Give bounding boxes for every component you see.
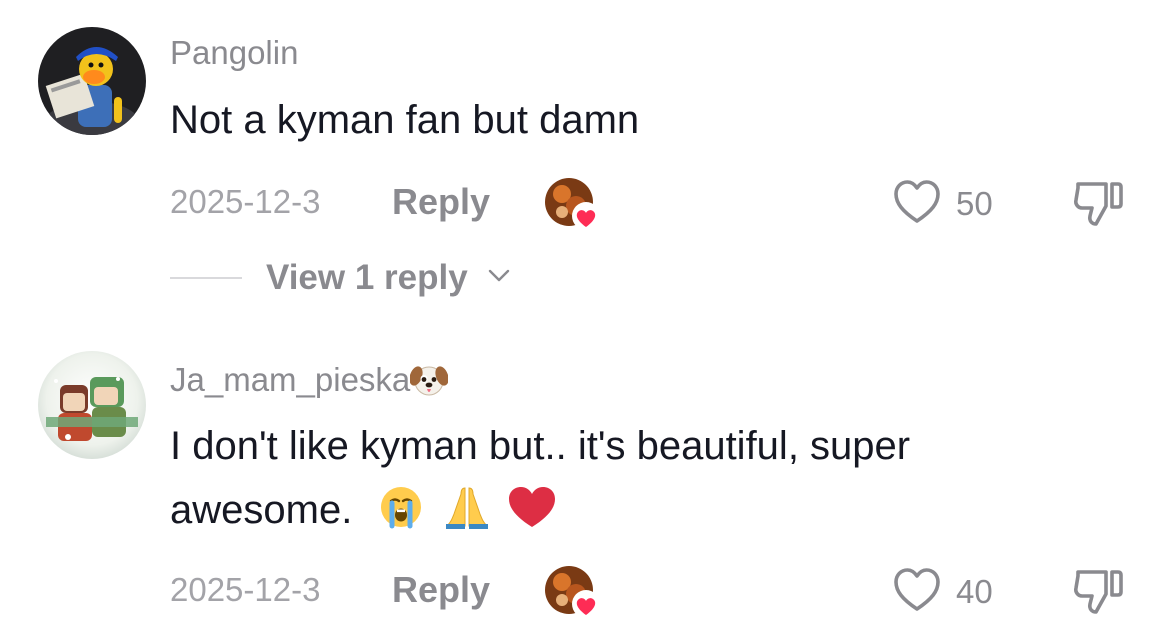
like-button[interactable]: 40 <box>892 566 1042 616</box>
avatar-image <box>38 27 146 135</box>
comment-item: Ja_mam_pieska I don't like kyman but.. i… <box>0 346 1170 626</box>
red-heart-emoji <box>508 487 555 527</box>
thumbs-down-outline-icon <box>1074 570 1123 614</box>
comment-meta-row: 2025-12-3 Reply 50 <box>170 172 1170 232</box>
avatar[interactable] <box>38 27 146 135</box>
replies-divider <box>170 277 242 279</box>
comment-text-line-2: awesome. <box>170 478 1110 542</box>
username[interactable]: Ja_mam_pieska <box>170 361 449 399</box>
heart-outline-icon <box>894 180 940 223</box>
avatar[interactable] <box>38 351 146 459</box>
view-replies-label: View 1 reply <box>266 258 468 297</box>
dislike-button[interactable] <box>1072 178 1126 228</box>
folded-hands-emoji <box>445 487 488 529</box>
comment-text-line-2-text: awesome. <box>170 488 353 532</box>
dog-face-emoji <box>410 366 449 396</box>
reply-button[interactable]: Reply <box>392 181 490 223</box>
like-button[interactable]: 50 <box>892 178 1042 228</box>
comment-date: 2025-12-3 <box>170 571 321 608</box>
comment-date: 2025-12-3 <box>170 183 321 220</box>
chevron-down-icon <box>488 269 510 282</box>
reply-button[interactable]: Reply <box>392 569 490 611</box>
comment-meta-row: 2025-12-3 Reply 40 <box>170 560 1170 620</box>
thumbs-down-outline-icon <box>1074 182 1123 226</box>
avatar-image <box>38 351 146 459</box>
dislike-button[interactable] <box>1072 566 1126 616</box>
loudly-crying-face-emoji <box>381 487 422 529</box>
heart-outline-icon <box>894 568 940 611</box>
creator-liked-badge <box>542 564 602 620</box>
username-text: Ja_mam_pieska <box>170 361 411 398</box>
comment-item: Pangolin Not a kyman fan but damn 2025-1… <box>0 0 1170 330</box>
username[interactable]: Pangolin <box>170 34 298 72</box>
like-count: 40 <box>956 573 993 610</box>
view-replies-button[interactable]: View 1 reply <box>170 256 570 300</box>
comment-text-line: I don't like kyman but.. it's beautiful,… <box>170 424 911 468</box>
comment-text: I don't like kyman but.. it's beautiful,… <box>170 414 1110 542</box>
comment-text: Not a kyman fan but damn <box>170 98 640 142</box>
creator-liked-badge <box>542 176 602 232</box>
like-count: 50 <box>956 185 993 222</box>
